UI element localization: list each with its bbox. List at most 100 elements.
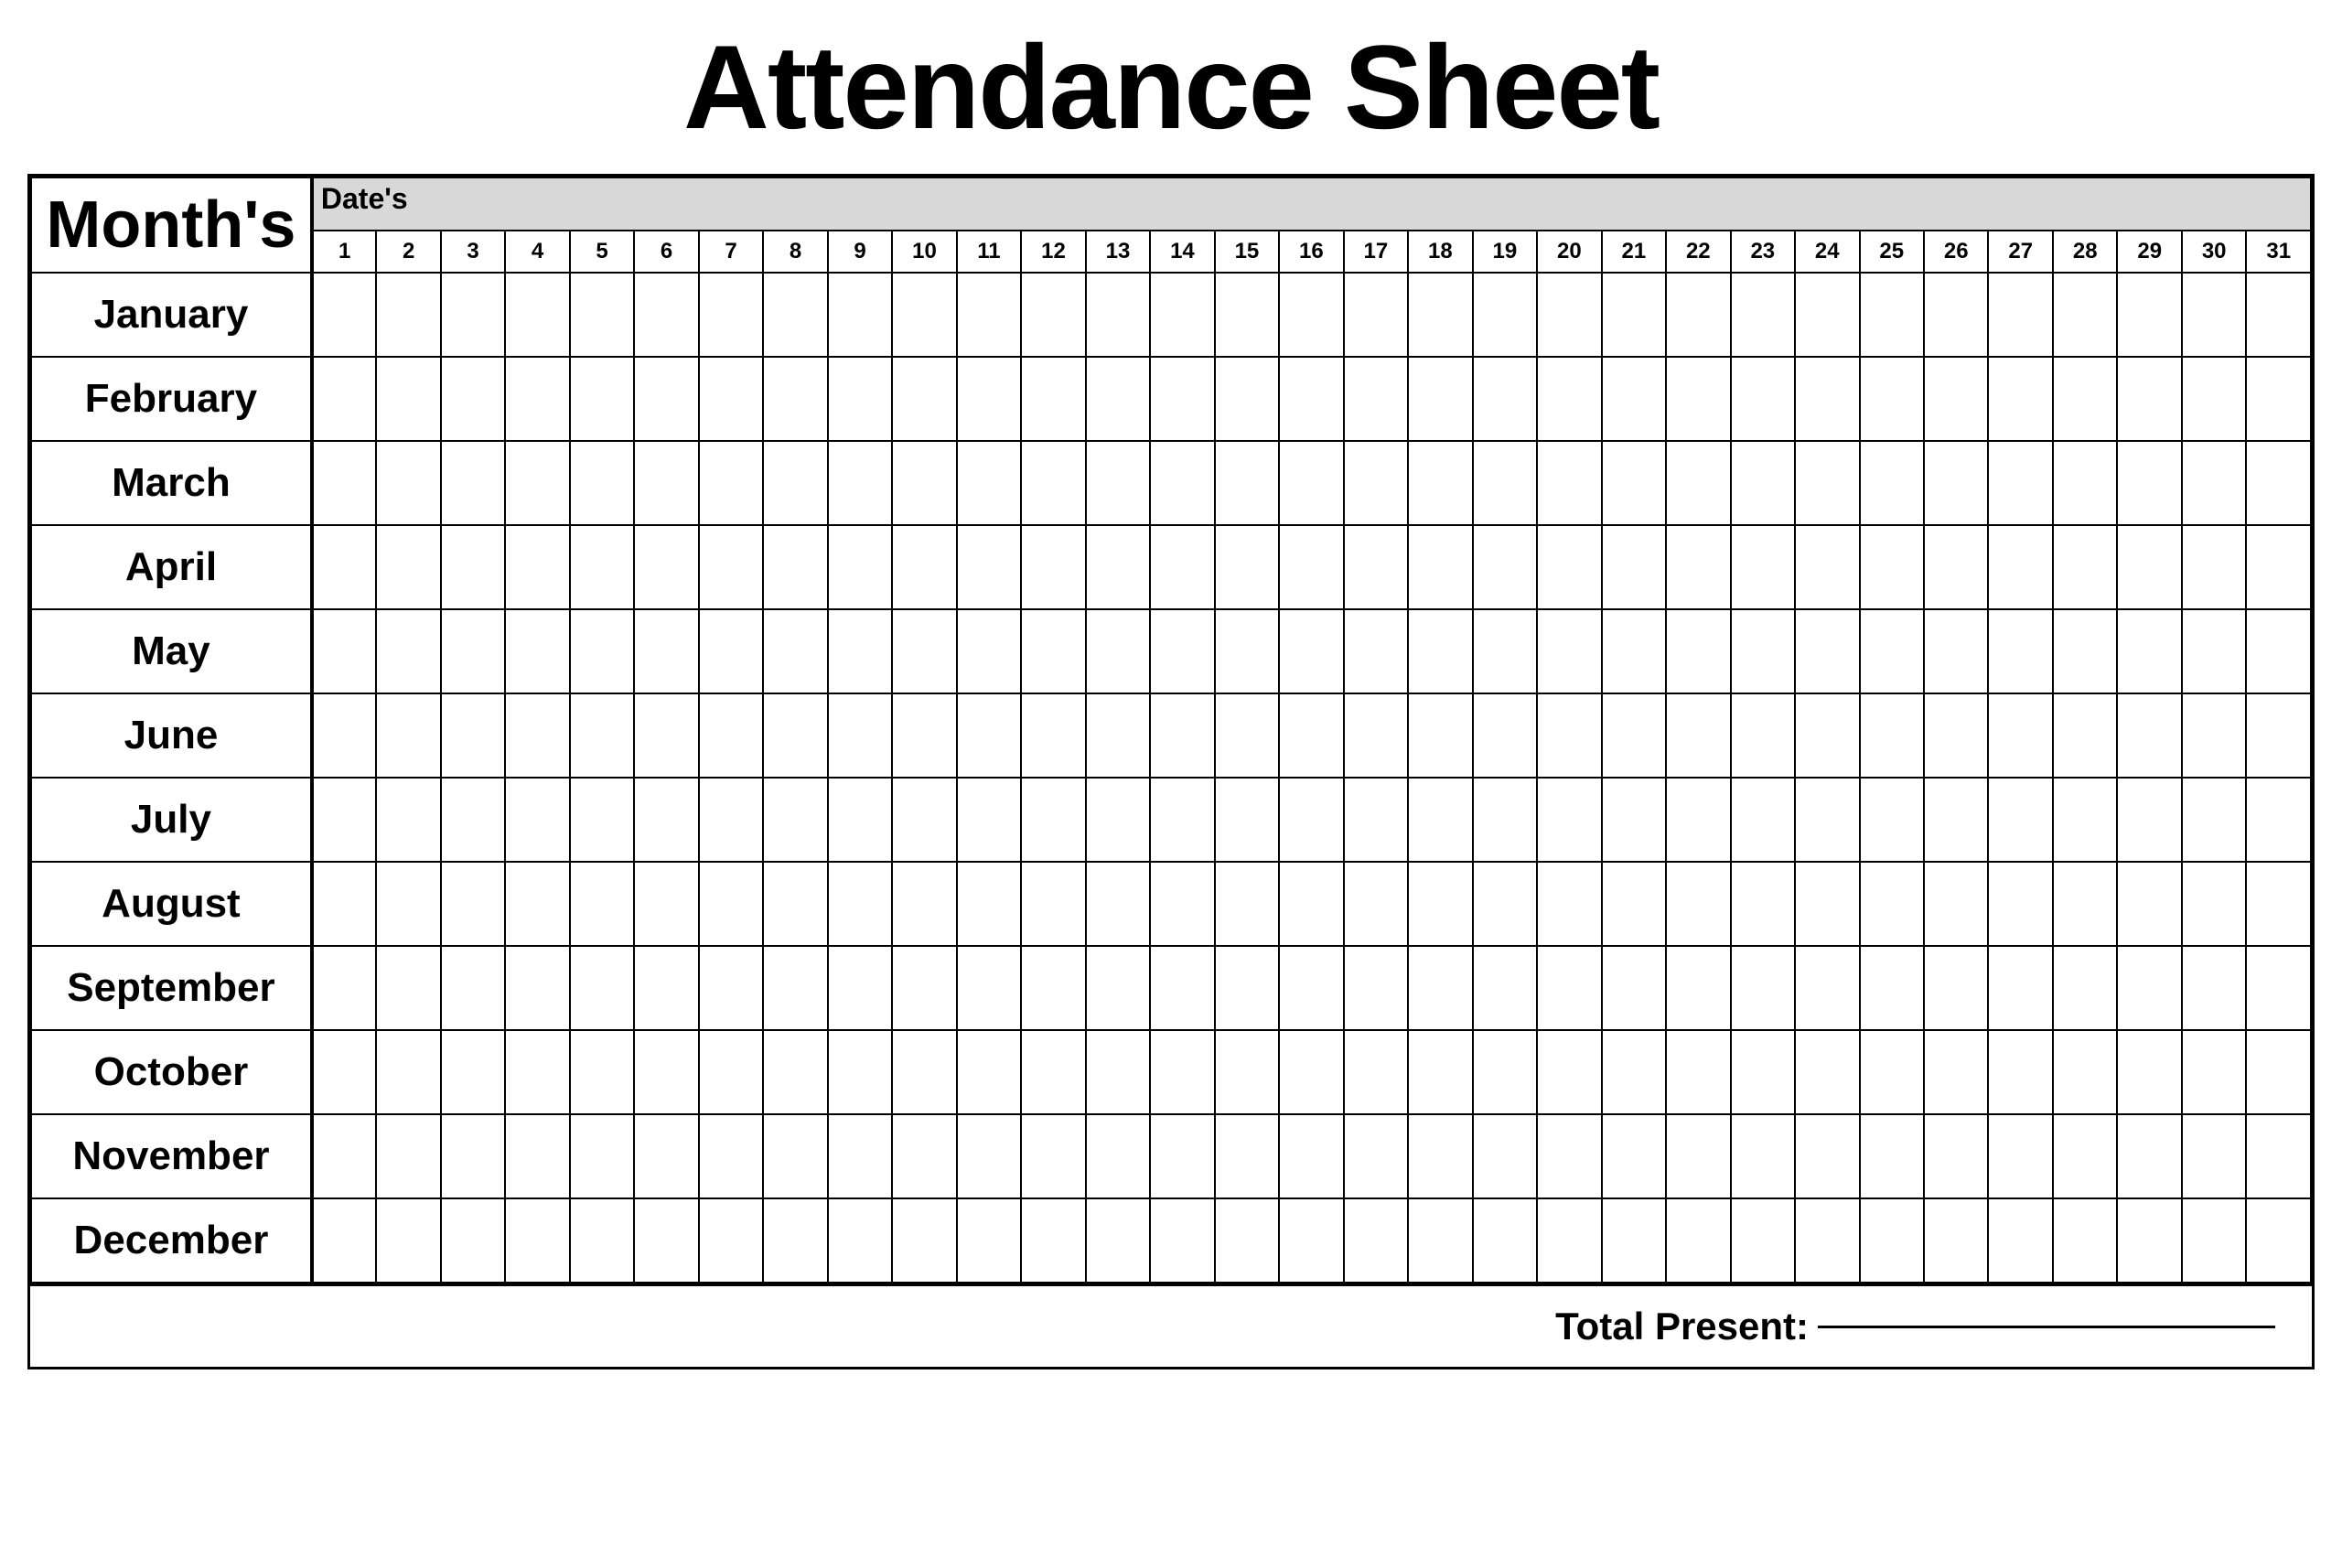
cell-december-4[interactable] <box>505 1198 569 1283</box>
cell-september-4[interactable] <box>505 946 569 1030</box>
cell-september-16[interactable] <box>1279 946 1343 1030</box>
cell-july-14[interactable] <box>1150 778 1214 862</box>
cell-january-29[interactable] <box>2117 273 2181 357</box>
cell-july-9[interactable] <box>828 778 892 862</box>
cell-november-23[interactable] <box>1731 1114 1795 1198</box>
cell-september-5[interactable] <box>570 946 634 1030</box>
cell-november-19[interactable] <box>1473 1114 1537 1198</box>
cell-july-10[interactable] <box>892 778 956 862</box>
cell-february-31[interactable] <box>2246 357 2311 441</box>
cell-july-25[interactable] <box>1860 778 1924 862</box>
cell-may-14[interactable] <box>1150 609 1214 693</box>
cell-november-17[interactable] <box>1344 1114 1408 1198</box>
cell-december-18[interactable] <box>1408 1198 1472 1283</box>
cell-august-25[interactable] <box>1860 862 1924 946</box>
cell-march-22[interactable] <box>1666 441 1730 525</box>
cell-february-1[interactable] <box>312 357 376 441</box>
cell-september-27[interactable] <box>1988 946 2052 1030</box>
cell-march-19[interactable] <box>1473 441 1537 525</box>
cell-august-18[interactable] <box>1408 862 1472 946</box>
cell-july-3[interactable] <box>441 778 505 862</box>
cell-june-14[interactable] <box>1150 693 1214 778</box>
cell-may-26[interactable] <box>1924 609 1988 693</box>
cell-november-6[interactable] <box>634 1114 698 1198</box>
cell-december-25[interactable] <box>1860 1198 1924 1283</box>
cell-september-26[interactable] <box>1924 946 1988 1030</box>
cell-april-3[interactable] <box>441 525 505 609</box>
cell-january-28[interactable] <box>2053 273 2117 357</box>
cell-april-9[interactable] <box>828 525 892 609</box>
cell-march-7[interactable] <box>699 441 763 525</box>
cell-december-26[interactable] <box>1924 1198 1988 1283</box>
cell-april-19[interactable] <box>1473 525 1537 609</box>
cell-june-19[interactable] <box>1473 693 1537 778</box>
cell-may-20[interactable] <box>1537 609 1601 693</box>
cell-march-16[interactable] <box>1279 441 1343 525</box>
cell-may-27[interactable] <box>1988 609 2052 693</box>
cell-october-9[interactable] <box>828 1030 892 1114</box>
cell-april-21[interactable] <box>1602 525 1666 609</box>
cell-october-8[interactable] <box>763 1030 827 1114</box>
cell-october-10[interactable] <box>892 1030 956 1114</box>
cell-april-20[interactable] <box>1537 525 1601 609</box>
cell-june-18[interactable] <box>1408 693 1472 778</box>
cell-december-12[interactable] <box>1021 1198 1085 1283</box>
cell-march-20[interactable] <box>1537 441 1601 525</box>
cell-february-18[interactable] <box>1408 357 1472 441</box>
cell-november-8[interactable] <box>763 1114 827 1198</box>
cell-march-29[interactable] <box>2117 441 2181 525</box>
cell-april-16[interactable] <box>1279 525 1343 609</box>
cell-june-26[interactable] <box>1924 693 1988 778</box>
cell-may-3[interactable] <box>441 609 505 693</box>
cell-september-24[interactable] <box>1795 946 1859 1030</box>
cell-july-1[interactable] <box>312 778 376 862</box>
cell-august-27[interactable] <box>1988 862 2052 946</box>
cell-april-10[interactable] <box>892 525 956 609</box>
cell-january-18[interactable] <box>1408 273 1472 357</box>
cell-may-7[interactable] <box>699 609 763 693</box>
cell-february-29[interactable] <box>2117 357 2181 441</box>
cell-may-22[interactable] <box>1666 609 1730 693</box>
cell-march-2[interactable] <box>376 441 440 525</box>
cell-november-24[interactable] <box>1795 1114 1859 1198</box>
cell-july-27[interactable] <box>1988 778 2052 862</box>
cell-august-6[interactable] <box>634 862 698 946</box>
cell-april-7[interactable] <box>699 525 763 609</box>
cell-may-28[interactable] <box>2053 609 2117 693</box>
cell-october-15[interactable] <box>1215 1030 1279 1114</box>
cell-may-9[interactable] <box>828 609 892 693</box>
cell-april-13[interactable] <box>1086 525 1150 609</box>
cell-may-13[interactable] <box>1086 609 1150 693</box>
cell-november-20[interactable] <box>1537 1114 1601 1198</box>
cell-may-24[interactable] <box>1795 609 1859 693</box>
cell-april-8[interactable] <box>763 525 827 609</box>
cell-december-21[interactable] <box>1602 1198 1666 1283</box>
cell-september-18[interactable] <box>1408 946 1472 1030</box>
cell-december-13[interactable] <box>1086 1198 1150 1283</box>
cell-april-2[interactable] <box>376 525 440 609</box>
cell-april-24[interactable] <box>1795 525 1859 609</box>
cell-march-30[interactable] <box>2182 441 2246 525</box>
cell-march-27[interactable] <box>1988 441 2052 525</box>
cell-may-23[interactable] <box>1731 609 1795 693</box>
cell-january-6[interactable] <box>634 273 698 357</box>
cell-november-18[interactable] <box>1408 1114 1472 1198</box>
cell-august-28[interactable] <box>2053 862 2117 946</box>
cell-may-31[interactable] <box>2246 609 2311 693</box>
cell-may-30[interactable] <box>2182 609 2246 693</box>
cell-april-23[interactable] <box>1731 525 1795 609</box>
cell-june-21[interactable] <box>1602 693 1666 778</box>
cell-february-12[interactable] <box>1021 357 1085 441</box>
cell-february-2[interactable] <box>376 357 440 441</box>
cell-august-24[interactable] <box>1795 862 1859 946</box>
cell-april-30[interactable] <box>2182 525 2246 609</box>
cell-january-11[interactable] <box>957 273 1021 357</box>
cell-december-24[interactable] <box>1795 1198 1859 1283</box>
cell-november-7[interactable] <box>699 1114 763 1198</box>
cell-october-23[interactable] <box>1731 1030 1795 1114</box>
cell-december-23[interactable] <box>1731 1198 1795 1283</box>
cell-february-11[interactable] <box>957 357 1021 441</box>
cell-march-24[interactable] <box>1795 441 1859 525</box>
cell-january-23[interactable] <box>1731 273 1795 357</box>
cell-june-9[interactable] <box>828 693 892 778</box>
